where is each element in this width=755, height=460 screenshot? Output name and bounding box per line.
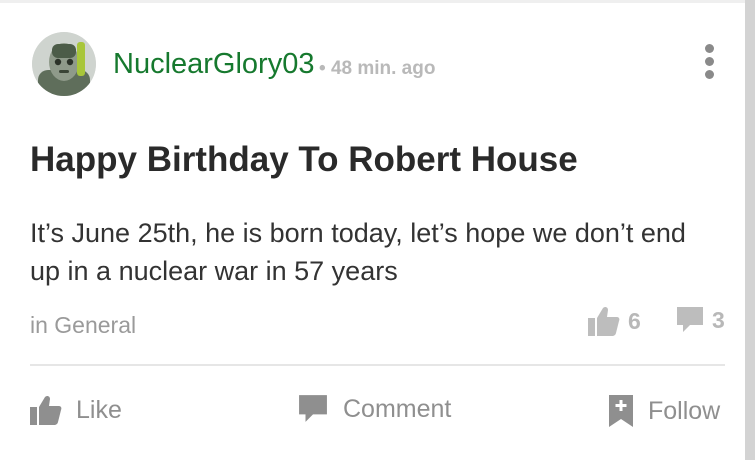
bookmark-plus-icon xyxy=(609,395,633,427)
divider xyxy=(30,364,725,366)
avatar-image xyxy=(32,32,96,96)
post-category[interactable]: in General xyxy=(30,312,136,339)
follow-button[interactable]: Follow xyxy=(608,394,720,428)
like-count: 6 xyxy=(588,306,641,336)
speech-bubble-icon xyxy=(299,395,327,422)
avatar[interactable] xyxy=(32,32,96,96)
comment-label: Comment xyxy=(343,394,452,423)
like-count-value: 6 xyxy=(628,307,641,334)
post-meta: • 48 min. ago xyxy=(319,58,435,80)
vertical-dots-icon xyxy=(704,44,714,53)
thumbs-up-icon xyxy=(30,395,62,425)
like-button[interactable]: Like xyxy=(30,394,122,426)
comment-button[interactable]: Comment xyxy=(297,394,451,424)
comment-count: 3 xyxy=(676,306,725,334)
post-card: NuclearGlory03 • 48 min. ago Happy Birth… xyxy=(0,0,745,460)
author-name[interactable]: NuclearGlory03 xyxy=(113,48,314,81)
post-title[interactable]: Happy Birthday To Robert House xyxy=(30,140,578,180)
post-body: It’s June 25th, he is born today, let’s … xyxy=(30,218,686,286)
like-label: Like xyxy=(76,395,122,424)
post-time: 48 min. ago xyxy=(330,58,436,79)
more-options-button[interactable] xyxy=(697,44,721,84)
meta-separator: • xyxy=(319,58,326,79)
follow-label: Follow xyxy=(648,396,721,425)
comment-count-value: 3 xyxy=(712,306,725,333)
speech-bubble-icon xyxy=(677,307,703,332)
scrollbar[interactable] xyxy=(745,0,755,460)
thumbs-up-icon xyxy=(588,306,620,336)
